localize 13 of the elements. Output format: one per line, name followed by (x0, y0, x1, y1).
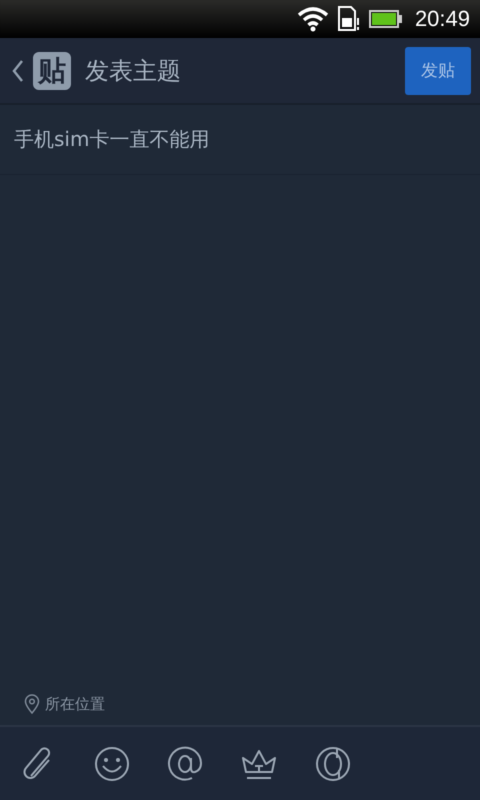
location-label[interactable]: 所在位置 (45, 694, 105, 714)
clock-time: 20:49 (414, 6, 470, 32)
circular-ring-icon[interactable] (315, 746, 351, 782)
smiley-icon[interactable] (94, 746, 130, 782)
sim-card-icon (336, 6, 361, 32)
wifi-icon (296, 6, 329, 32)
page-title: 发表主题 (85, 56, 182, 86)
back-icon[interactable] (12, 58, 24, 82)
battery-icon (368, 10, 403, 28)
app-logo: 贴 (33, 52, 71, 90)
at-sign-icon[interactable] (167, 746, 203, 782)
location-pin-icon[interactable] (24, 694, 40, 714)
post-button[interactable]: 发贴 (405, 46, 471, 94)
